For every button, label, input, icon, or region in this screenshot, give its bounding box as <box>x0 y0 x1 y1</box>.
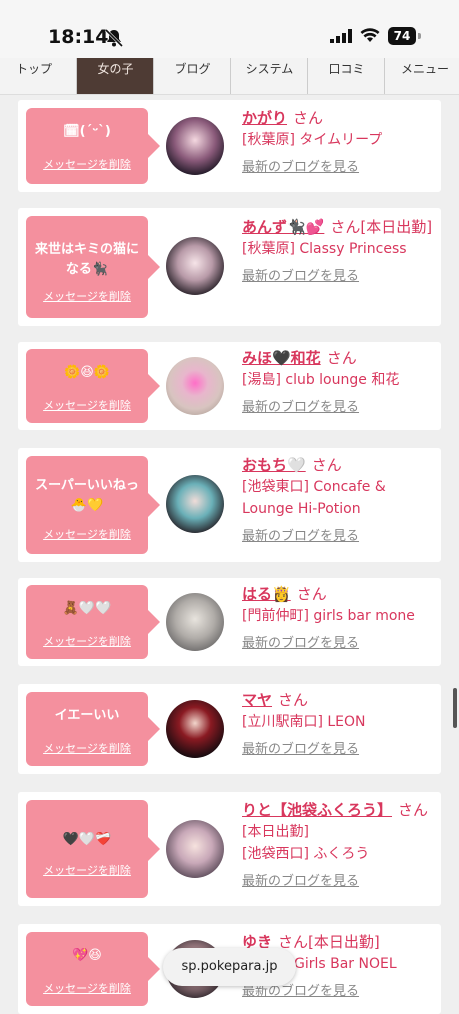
delete-message-link[interactable]: メッセージを削除 <box>26 288 148 304</box>
shop-name: [秋葉原] タイムリープ <box>242 132 383 148</box>
message-text: 🖤🤍❤️‍🩹 <box>62 832 112 847</box>
shop-name: [池袋西口] ふくろう <box>242 846 370 862</box>
honorific: さん <box>296 585 327 603</box>
signal-icon <box>330 29 352 43</box>
battery-icon: 74 <box>388 27 416 45</box>
message-card: 🌼😆🌼 メッセージを削除 みほ🖤和花 さん [湯島] club lounge 和花… <box>18 342 441 430</box>
message-card: 来世はキミの猫になる🐈‍⬛ メッセージを削除 あんず🐈‍⬛💕 さん[本日出勤] [… <box>18 208 441 326</box>
avatar[interactable] <box>166 700 224 758</box>
message-text: イエーいい <box>54 708 120 723</box>
shop-name: [秋葉原] Classy Princess <box>242 241 407 257</box>
delete-message-link[interactable]: メッセージを削除 <box>26 397 148 413</box>
shop-name: [立川駅南口] LEON <box>242 714 366 730</box>
cast-name-link[interactable]: マヤ <box>242 691 272 709</box>
tab-reviews[interactable]: 口コミ <box>307 58 385 94</box>
delete-message-link[interactable]: メッセージを削除 <box>26 740 148 756</box>
message-card: イエーいい メッセージを削除 マヤ さん [立川駅南口] LEON 最新のブログを… <box>18 684 441 774</box>
message-bubble: 来世はキミの猫になる🐈‍⬛ メッセージを削除 <box>26 216 160 318</box>
tab-system[interactable]: システム <box>230 58 308 94</box>
bell-slash-icon <box>104 28 124 48</box>
scrollbar[interactable] <box>453 688 457 728</box>
latest-blog-link[interactable]: 最新のブログを見る <box>242 397 438 419</box>
honorific: さん <box>326 349 357 367</box>
tab-blog[interactable]: ブログ <box>153 58 231 94</box>
honorific: さん <box>330 218 361 236</box>
latest-blog-link[interactable]: 最新のブログを見る <box>242 633 438 655</box>
avatar[interactable] <box>166 117 224 175</box>
tab-girls[interactable]: 女の子 <box>76 58 154 94</box>
honorific: さん <box>278 691 309 709</box>
cast-name-link[interactable]: みほ🖤和花 <box>242 349 321 367</box>
message-bubble: 🧸🤍🤍 メッセージを削除 <box>26 585 160 659</box>
on-duty-badge: [本日出勤] <box>308 933 380 951</box>
delete-message-link[interactable]: メッセージを削除 <box>26 633 148 649</box>
message-card: 🗓(ˊᵕˋ) メッセージを削除 かがり さん [秋葉原] タイムリープ 最新のブロ… <box>18 100 441 192</box>
tab-bar: トップ 女の子 ブログ システム 口コミ メニュー <box>0 58 459 95</box>
avatar[interactable] <box>166 820 224 878</box>
on-duty-badge: [本日出勤] <box>360 218 433 236</box>
latest-blog-link[interactable]: 最新のブログを見る <box>242 871 438 893</box>
tab-top[interactable]: トップ <box>0 58 76 94</box>
delete-message-link[interactable]: メッセージを削除 <box>26 862 148 878</box>
url-bar[interactable]: sp.pokepara.jp <box>163 948 296 986</box>
avatar[interactable] <box>166 357 224 415</box>
message-bubble: 🌼😆🌼 メッセージを削除 <box>26 349 160 423</box>
delete-message-link[interactable]: メッセージを削除 <box>26 526 148 542</box>
latest-blog-link[interactable]: 最新のブログを見る <box>242 157 438 179</box>
avatar[interactable] <box>166 593 224 651</box>
cast-name-link[interactable]: あんず🐈‍⬛💕 <box>242 218 324 236</box>
shop-name: [池袋東口] Concafe & Lounge Hi-Potion <box>242 479 386 517</box>
message-bubble: 🖤🤍❤️‍🩹 メッセージを削除 <box>26 800 160 898</box>
message-bubble: 💖😆 メッセージを削除 <box>26 932 160 1006</box>
avatar[interactable] <box>166 475 224 533</box>
message-card: スーパーいいねっ🐣💛 メッセージを削除 おもち🤍 さん [池袋東口] Concaf… <box>18 448 441 562</box>
message-text: 来世はキミの猫になる🐈‍⬛ <box>34 242 139 277</box>
honorific: さん <box>398 801 429 819</box>
message-text: 🗓(ˊᵕˋ) <box>63 124 111 139</box>
message-card: 🖤🤍❤️‍🩹 メッセージを削除 りと【池袋ふくろう】 さん [本日出勤] [池袋西… <box>18 792 441 906</box>
clock: 18:14 <box>48 26 109 48</box>
delete-message-link[interactable]: メッセージを削除 <box>26 156 148 172</box>
shop-name: [門前仲町] girls bar mone <box>242 608 415 624</box>
status-bar: 18:14 74 <box>0 0 459 58</box>
honorific: さん <box>293 109 324 127</box>
tab-menu[interactable]: メニュー <box>384 58 459 94</box>
wifi-icon <box>360 28 380 42</box>
latest-blog-link[interactable]: 最新のブログを見る <box>242 526 438 548</box>
message-text: 🧸🤍🤍 <box>62 601 112 616</box>
delete-message-link[interactable]: メッセージを削除 <box>26 980 148 996</box>
avatar[interactable] <box>166 237 224 295</box>
latest-blog-link[interactable]: 最新のブログを見る <box>242 266 438 288</box>
on-duty-badge: [本日出勤] <box>242 824 309 840</box>
shop-name: [湯島] club lounge 和花 <box>242 372 400 388</box>
cast-name-link[interactable]: おもち🤍 <box>242 456 306 474</box>
message-text: スーパーいいねっ🐣💛 <box>35 478 139 513</box>
message-bubble: 🗓(ˊᵕˋ) メッセージを削除 <box>26 108 160 184</box>
battery-tip <box>418 33 421 39</box>
honorific: さん <box>311 456 342 474</box>
cast-name-link[interactable]: りと【池袋ふくろう】 <box>242 801 392 819</box>
cast-name-link[interactable]: はる👸 <box>242 585 291 603</box>
message-text: 🌼😆🌼 <box>64 365 110 380</box>
message-card: 🧸🤍🤍 メッセージを削除 はる👸 さん [門前仲町] girls bar mone… <box>18 578 441 666</box>
message-bubble: スーパーいいねっ🐣💛 メッセージを削除 <box>26 456 160 554</box>
latest-blog-link[interactable]: 最新のブログを見る <box>242 739 438 761</box>
message-bubble: イエーいい メッセージを削除 <box>26 692 160 766</box>
message-text: 💖😆 <box>72 948 102 963</box>
cast-name-link[interactable]: かがり <box>242 109 287 127</box>
